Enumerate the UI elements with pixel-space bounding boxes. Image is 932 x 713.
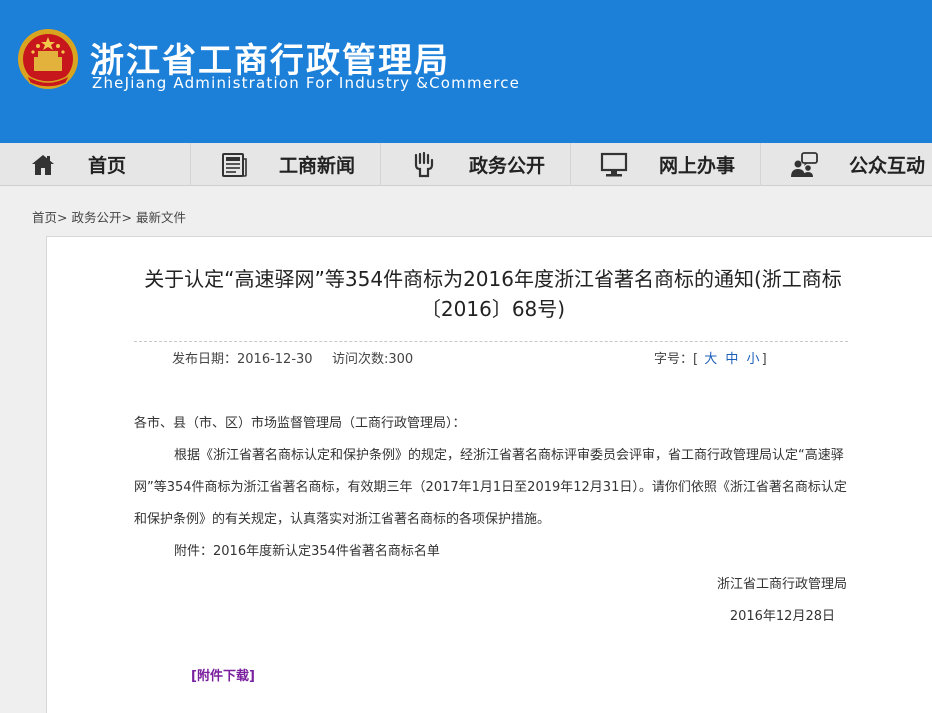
article-panel: 关于认定“高速驿网”等354件商标为2016年度浙江省著名商标的通知(浙工商标〔… [46, 236, 932, 713]
site-subtitle: ZheJiang Administration For Industry &Co… [92, 74, 521, 92]
article-attachment-note: 附件：2016年度新认定354件省著名商标名单 [174, 544, 440, 559]
people-chat-icon [789, 150, 819, 180]
nav-label: 政务公开 [469, 155, 546, 177]
font-size-control: 字号：[ 大 中 小] [654, 348, 767, 367]
breadcrumb-separator: > [121, 210, 132, 225]
breadcrumb-separator: > [57, 210, 68, 225]
signature-organization: 浙江省工商行政管理局 [716, 577, 847, 592]
font-size-medium-button[interactable]: 中 [725, 352, 738, 367]
publish-date: 发布日期：2016-12-30 [172, 352, 313, 367]
nav-label: 网上办事 [659, 155, 736, 177]
font-size-label: 字号： [654, 352, 694, 367]
font-size-bracket-open: [ [693, 352, 699, 367]
attachment-download-link[interactable]: [附件下载] [191, 665, 255, 684]
site-header: 浙江省工商行政管理局 ZheJiang Administration For I… [0, 0, 932, 143]
government-affairs-icon [409, 150, 439, 180]
font-size-small-button[interactable]: 小 [747, 352, 760, 367]
main-nav: 首页 工商新闻 政务公开 网上办事 公众互动 [0, 143, 932, 186]
article-salutation: 各市、县（市、区）市场监督管理局（工商行政管理局）： [134, 416, 466, 431]
breadcrumb: 首页> 政务公开> 最新文件 [32, 207, 186, 226]
nav-item-government-affairs[interactable]: 政务公开 [380, 143, 570, 186]
breadcrumb-item-home[interactable]: 首页 [32, 210, 57, 225]
article-body: 根据《浙江省著名商标认定和保护条例》的规定，经浙江省著名商标评审委员会评审，省工… [134, 448, 847, 527]
article-title: 关于认定“高速驿网”等354件商标为2016年度浙江省著名商标的通知(浙工商标〔… [144, 267, 842, 321]
nav-label: 工商新闻 [279, 155, 356, 177]
newspaper-icon [219, 150, 249, 180]
nav-item-news[interactable]: 工商新闻 [190, 143, 380, 186]
computer-monitor-icon [599, 150, 629, 180]
national-emblem-icon [18, 29, 78, 89]
breadcrumb-item-government-affairs[interactable]: 政务公开 [71, 210, 121, 225]
home-icon [28, 150, 58, 180]
nav-item-online-services[interactable]: 网上办事 [570, 143, 760, 186]
breadcrumb-item-latest-documents[interactable]: 最新文件 [136, 210, 186, 225]
nav-item-home[interactable]: 首页 [0, 143, 190, 186]
nav-item-public-interaction[interactable]: 公众互动 [760, 143, 932, 186]
signature-date: 2016年12月28日 [729, 609, 835, 624]
meta-divider [134, 341, 848, 342]
nav-label: 首页 [88, 155, 127, 177]
font-size-bracket-close: ] [761, 352, 767, 367]
visit-count: 访问次数:300 [332, 352, 414, 367]
nav-label: 公众互动 [849, 155, 926, 177]
font-size-large-button[interactable]: 大 [704, 352, 717, 367]
